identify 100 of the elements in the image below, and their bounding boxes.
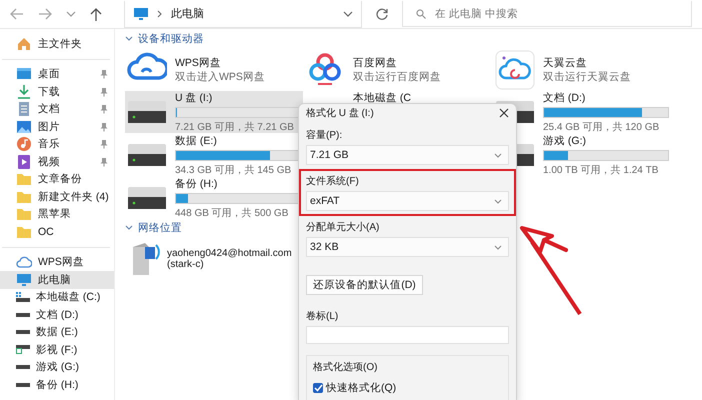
pin-icon[interactable] xyxy=(99,86,108,97)
folder-icon xyxy=(16,171,32,188)
refresh-icon[interactable] xyxy=(376,8,388,20)
close-icon[interactable] xyxy=(499,108,509,118)
pin-icon[interactable] xyxy=(99,156,108,167)
tile-name: 百度网盘 xyxy=(353,56,398,70)
house-icon xyxy=(16,36,32,52)
section-title: 网络位置 xyxy=(138,221,182,235)
drive-icon xyxy=(127,142,167,168)
drive-info: 448 GB 可用，共 500 GB xyxy=(175,206,290,220)
drive-icon xyxy=(16,365,30,370)
sidebar-item[interactable]: 黑苹果 xyxy=(0,206,114,223)
pin-icon[interactable] xyxy=(99,69,108,80)
drive-info: 1.00 TB 可用，共 1.24 TB xyxy=(543,164,660,176)
music-icon xyxy=(16,136,32,152)
sidebar-item[interactable]: 游戏 (G:) xyxy=(0,358,114,376)
up-arrow-icon[interactable] xyxy=(90,8,102,20)
sidebar-item[interactable]: OC xyxy=(0,223,114,240)
tile-name: WPS网盘 xyxy=(175,56,222,70)
sidebar-item[interactable]: 文档 (D:) xyxy=(0,306,114,324)
sidebar-item[interactable]: 下载 xyxy=(0,83,114,100)
drive-icon xyxy=(16,382,30,387)
app-tile[interactable]: 百度网盘 双击运行百度网盘 xyxy=(303,49,493,91)
drive-icon xyxy=(127,99,167,125)
search-icon xyxy=(416,9,426,19)
drive-name: 本地磁盘 (C xyxy=(353,91,411,105)
sidebar-item[interactable]: 音乐 xyxy=(0,136,114,153)
sidebar-item[interactable]: 桌面 xyxy=(0,66,114,83)
sidebar-item[interactable]: 数据 (E:) xyxy=(0,324,114,341)
drive-tile[interactable]: U 盘 (I:) 7.21 GB 可用，共 7.21 GB xyxy=(125,91,303,133)
cloud-logo-icon xyxy=(495,50,535,90)
drive-name: 数据 (E:) xyxy=(175,134,218,148)
drive-info: 7.21 GB 可用，共 7.21 GB xyxy=(175,120,295,134)
sidebar-item[interactable]: WPS网盘 xyxy=(0,254,114,271)
back-arrow-icon[interactable] xyxy=(10,8,24,20)
pin-icon[interactable] xyxy=(99,104,108,114)
drive-tile[interactable]: 数据 (E:) 34.3 GB 可用，共 145 GB xyxy=(125,134,303,176)
dialog-title: 格式化 U 盘 (I:) xyxy=(306,106,374,120)
dropdown[interactable]: 7.21 GB xyxy=(306,145,509,165)
input-field[interactable] xyxy=(306,326,509,344)
address-text: 此电脑 xyxy=(171,6,204,21)
app-tile[interactable]: WPS网盘 双击进入WPS网盘 xyxy=(125,49,303,91)
drive-tile[interactable]: 备份 (H:) 448 GB 可用，共 500 GB xyxy=(125,177,303,219)
pin-icon[interactable] xyxy=(99,139,108,150)
drive-icon xyxy=(16,312,30,317)
field-label: 文件系统(F) xyxy=(306,174,360,188)
search-field[interactable]: 在 此电脑 中搜索 xyxy=(402,1,692,27)
caret-icon xyxy=(494,244,502,250)
caret-icon[interactable] xyxy=(66,11,76,17)
drive-name: 文档 (D:) xyxy=(543,90,586,104)
address-bar[interactable]: 此电脑 xyxy=(124,0,362,28)
restore-defaults-button[interactable]: 还原设备的默认值(D) xyxy=(306,275,423,295)
forward-arrow-icon[interactable] xyxy=(38,8,52,20)
sidebar-item[interactable]: 文章备份 xyxy=(0,170,114,188)
field-label: 分配单元大小(A) xyxy=(306,220,380,234)
sidebar-item[interactable]: 本地磁盘 (C:) xyxy=(0,288,114,306)
drive-icon xyxy=(127,185,167,211)
chevron-icon xyxy=(157,10,163,18)
sidebar-item[interactable]: 影视 (F:) xyxy=(0,341,114,358)
network-name: yaoheng0424@hotmail.com xyxy=(167,248,292,259)
caret-icon[interactable] xyxy=(343,10,353,16)
chevron-down-icon[interactable] xyxy=(125,225,133,231)
field-label: 容量(P): xyxy=(306,128,344,142)
caret-icon xyxy=(494,152,502,158)
network-subtitle: (stark-c) xyxy=(167,259,205,270)
check-icon xyxy=(314,384,322,392)
tile-subtitle: 双击进入WPS网盘 xyxy=(175,70,265,84)
drive-info: 25.4 GB 可用，共 120 GB xyxy=(543,120,660,134)
sidebar-item[interactable]: 文档 xyxy=(0,100,114,118)
field-label: 卷标(L) xyxy=(306,310,340,323)
group-title: 格式化选项(O) xyxy=(313,360,378,374)
monitor-icon xyxy=(16,272,32,288)
caret-icon xyxy=(494,198,502,204)
document-icon xyxy=(16,101,32,118)
download-icon xyxy=(16,84,32,100)
checkbox-label: 快速格式化(Q) xyxy=(326,381,396,395)
sidebar-item[interactable]: 图片 xyxy=(0,118,114,136)
app-tile[interactable]: 天翼云盘 双击运行天翼云盘 xyxy=(493,49,702,91)
drive-name: 游戏 (G:) xyxy=(543,134,587,148)
chevron-down-icon[interactable] xyxy=(125,36,133,42)
sidebar-item[interactable]: 此电脑 xyxy=(0,271,114,288)
sidebar-item[interactable]: 主文件夹 xyxy=(0,35,114,52)
dropdown[interactable]: exFAT xyxy=(306,191,509,211)
tile-name: 天翼云盘 xyxy=(543,56,588,70)
monitor-icon xyxy=(133,6,149,20)
section-title: 设备和驱动器 xyxy=(138,32,204,46)
dropdown[interactable]: 32 KB xyxy=(306,237,509,257)
drive-info: 34.3 GB 可用，共 145 GB xyxy=(175,164,292,176)
cloud-icon xyxy=(16,254,32,270)
drive-icon xyxy=(16,330,30,334)
pin-icon[interactable] xyxy=(99,122,108,132)
picture-icon xyxy=(16,118,32,135)
drive-icon xyxy=(16,345,30,354)
sidebar-item[interactable]: 备份 (H:) xyxy=(0,376,114,394)
network-location[interactable]: yaoheng0424@hotmail.com (stark-c) xyxy=(125,240,298,278)
drive-name: 备份 (H:) xyxy=(175,176,218,190)
checkbox[interactable] xyxy=(313,383,323,393)
video-icon xyxy=(16,154,32,170)
sidebar-item[interactable]: 新建文件夹 (4) xyxy=(0,188,114,206)
sidebar-item[interactable]: 视频 xyxy=(0,153,114,170)
